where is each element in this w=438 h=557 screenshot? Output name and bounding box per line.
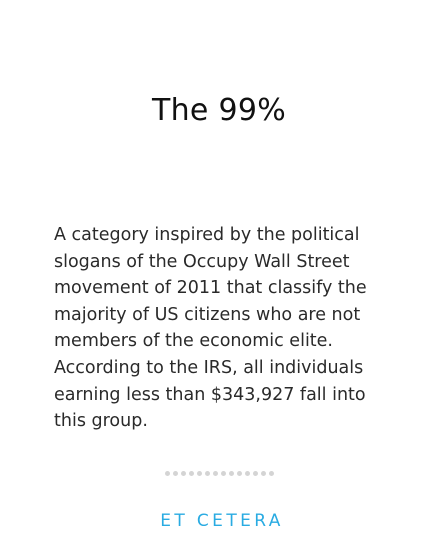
page-dot[interactable]	[268, 471, 274, 476]
page-dot[interactable]	[172, 471, 178, 476]
category-link[interactable]: ET CETERA	[0, 510, 438, 532]
page-dot[interactable]	[204, 471, 210, 476]
page-indicator[interactable]	[0, 471, 438, 479]
page-dot[interactable]	[228, 471, 234, 476]
page-dot[interactable]	[188, 471, 194, 476]
page-dot[interactable]	[244, 471, 250, 476]
category-card: The 99% A category inspired by the polit…	[0, 0, 438, 557]
page-dot[interactable]	[252, 471, 258, 476]
page-dot[interactable]	[196, 471, 202, 476]
page-dot[interactable]	[164, 471, 170, 476]
card-title: The 99%	[151, 93, 287, 128]
page-dot[interactable]	[212, 471, 218, 476]
page-dot[interactable]	[220, 471, 226, 476]
page-dot[interactable]	[236, 471, 242, 476]
card-description: A category inspired by the political slo…	[54, 225, 367, 432]
page-dot[interactable]	[260, 471, 266, 476]
page-dot[interactable]	[180, 471, 186, 476]
